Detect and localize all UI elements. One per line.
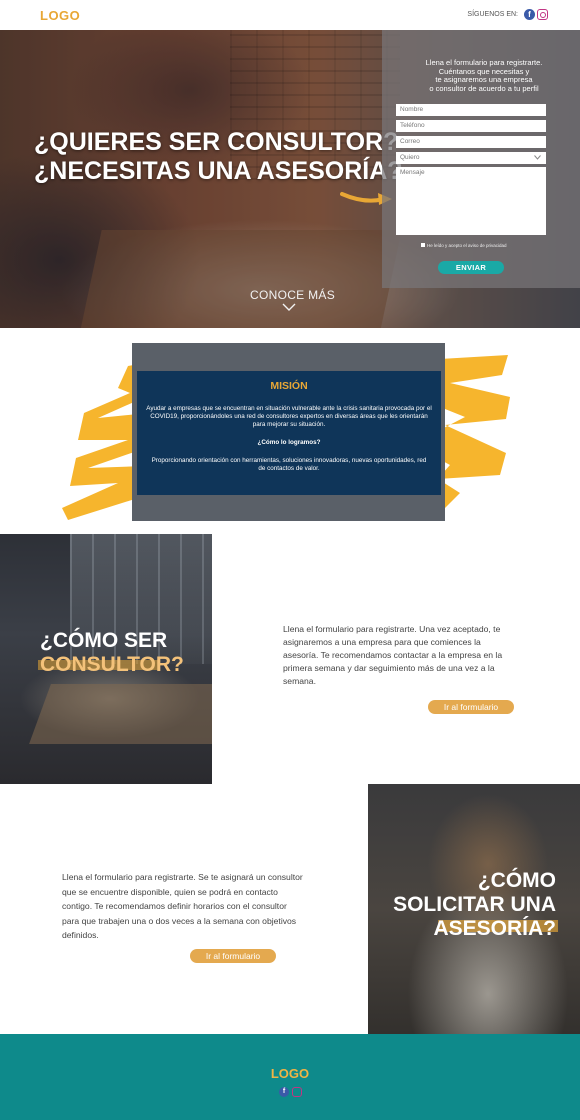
purpose-select[interactable]: Quiero [396, 152, 546, 164]
advice-form-button[interactable]: Ir al formulario [190, 949, 276, 963]
message-field[interactable]: Mensaje [396, 167, 546, 235]
site-footer: LOGO f [0, 1034, 580, 1120]
facebook-icon[interactable]: f [279, 1087, 289, 1097]
hero-section: ¿QUIERES SER CONSULTOR? ¿NECESITAS UNA A… [0, 30, 580, 328]
mission-text-2: Proporcionando orientación con herramien… [151, 457, 427, 472]
chevron-down-icon[interactable] [282, 302, 296, 312]
mission-title: MISIÓN [270, 380, 308, 392]
mission-section: MISIÓN Ayudar a empresas que se encuentr… [0, 328, 580, 534]
mission-subtitle: ¿Cómo lo logramos? [257, 439, 321, 446]
advice-text: Llena el formulario para registrarte. Se… [62, 872, 303, 940]
scroll-link[interactable]: CONOCE MÁS [250, 288, 335, 302]
mission-text: Ayudar a empresas que se encuentran en s… [146, 405, 432, 428]
form-intro: Llena el formulario para registrarte. Cu… [425, 58, 543, 93]
chevron-down-icon [534, 155, 541, 160]
advice-image: ¿CÓMO SOLICITAR UNA ASESORÍA? [368, 784, 580, 1034]
consultant-text: Llena el formulario para registrarte. Un… [283, 624, 503, 686]
facebook-icon[interactable]: f [524, 9, 535, 20]
phone-field[interactable]: Teléfono [396, 120, 546, 132]
consultant-form-button[interactable]: Ir al formulario [428, 700, 514, 714]
hero-title: ¿QUIERES SER CONSULTOR? ¿NECESITAS UNA A… [34, 128, 403, 185]
consultant-title: ¿CÓMO SER CONSULTOR? [40, 629, 184, 676]
advice-title: ¿CÓMO SOLICITAR UNA ASESORÍA? [393, 869, 556, 940]
header-logo[interactable]: LOGO [40, 8, 80, 23]
email-field[interactable]: Correo [396, 136, 546, 148]
terms-checkbox[interactable] [421, 243, 425, 247]
site-header: LOGO SÍGUENOS EN: f [0, 0, 580, 30]
footer-logo[interactable]: LOGO [0, 1066, 580, 1081]
name-field[interactable]: Nombre [396, 104, 546, 116]
instagram-icon[interactable] [537, 9, 548, 20]
instagram-icon[interactable] [292, 1087, 302, 1097]
social-label: SÍGUENOS EN: [467, 11, 518, 18]
submit-button[interactable]: ENVIAR [438, 261, 504, 274]
consultant-image: ¿CÓMO SER CONSULTOR? [0, 534, 212, 784]
terms-label: He leído y acepto el aviso de privacidad [427, 243, 507, 248]
